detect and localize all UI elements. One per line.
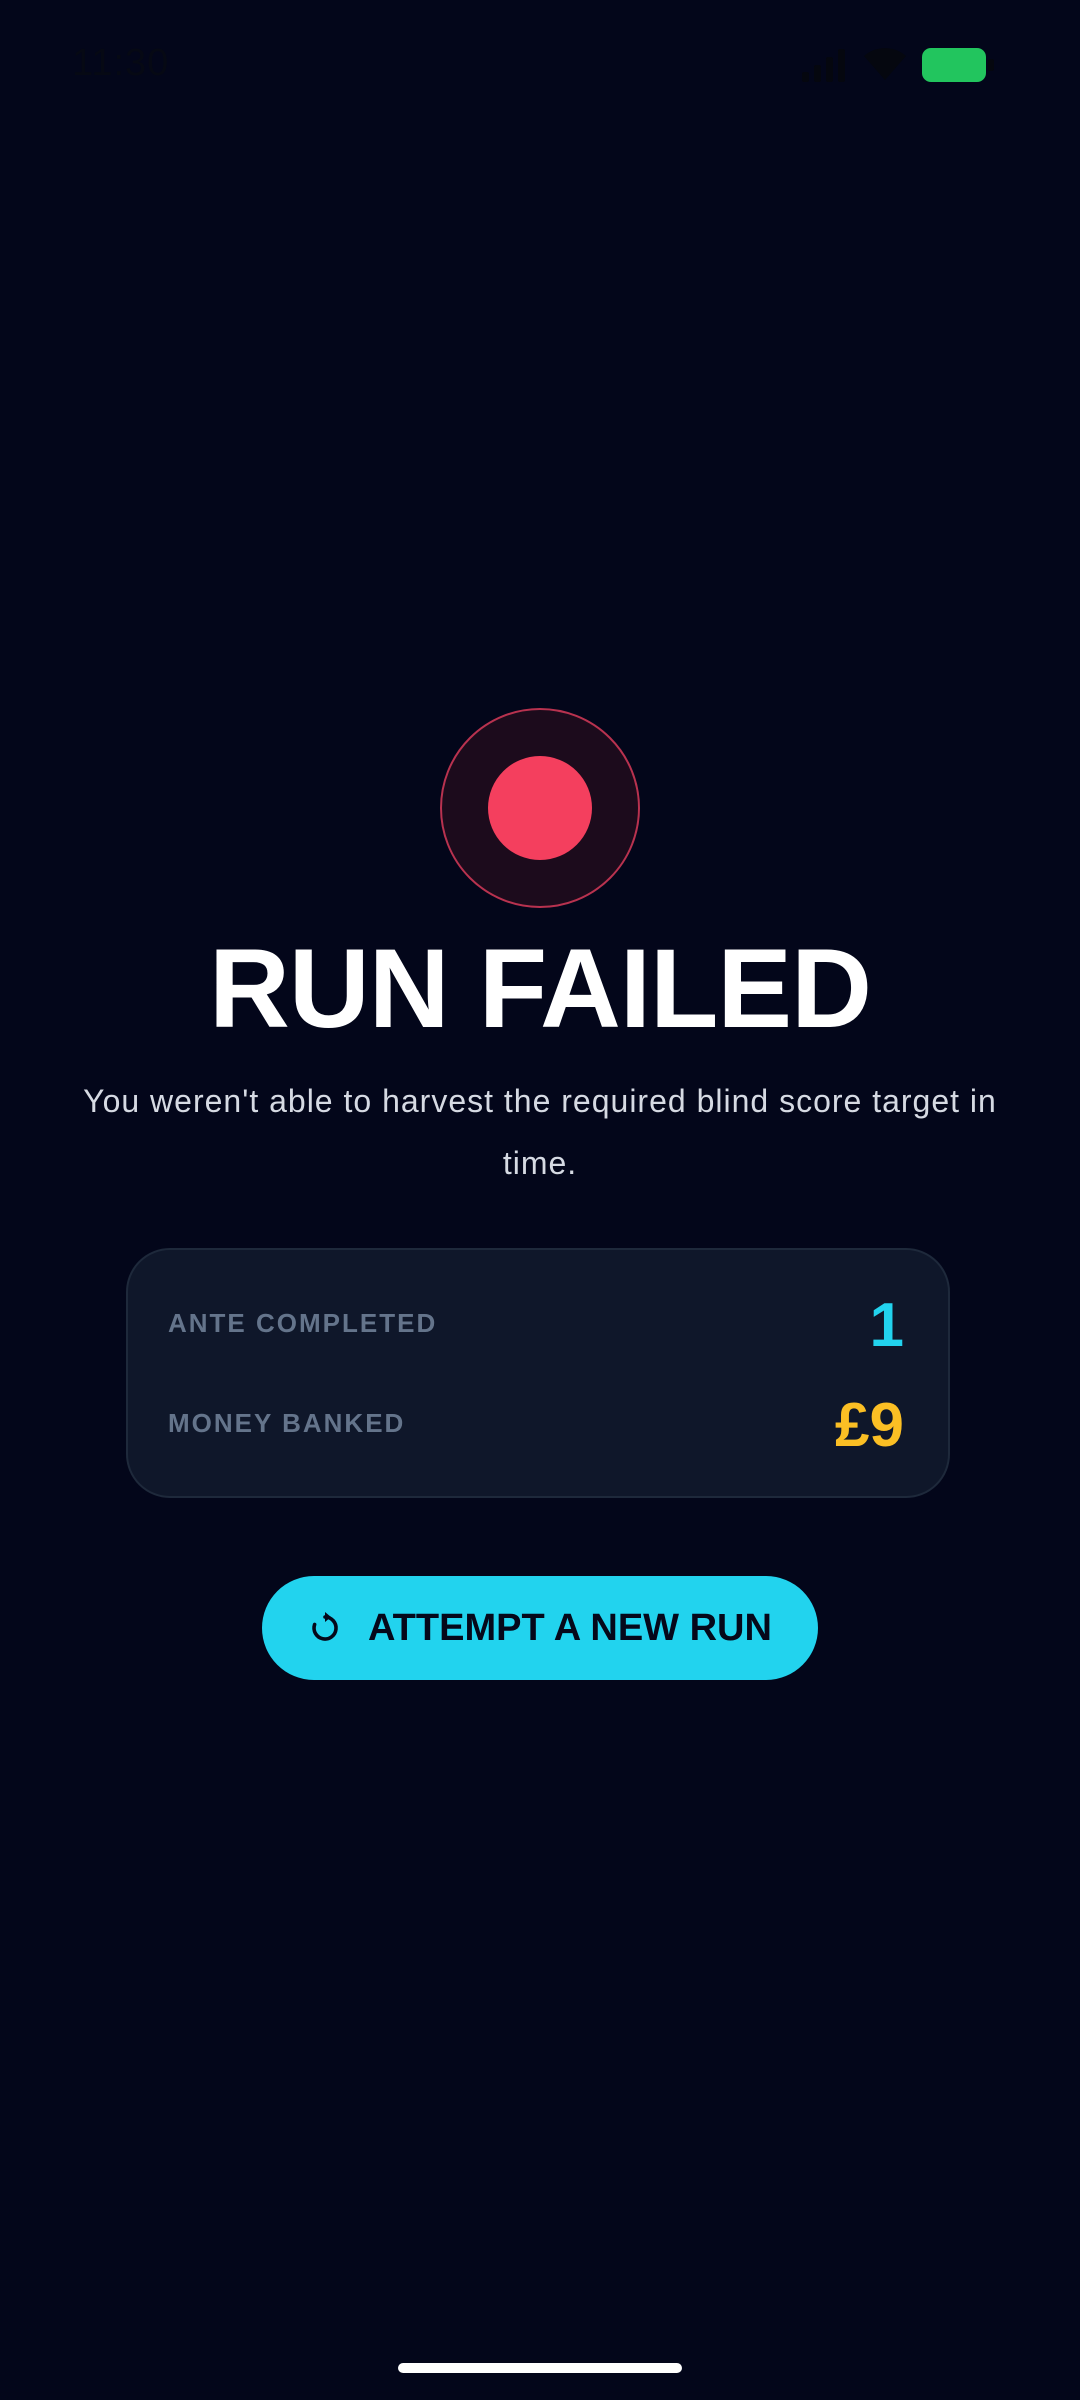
fail-icon-dot: [488, 756, 592, 860]
signal-icon: [802, 49, 845, 82]
battery-icon: [922, 48, 994, 82]
page-title: RUN FAILED: [209, 926, 872, 1051]
stats-card: ANTE COMPLETED 1 MONEY BANKED £9: [126, 1248, 950, 1498]
home-indicator[interactable]: [398, 2363, 682, 2373]
status-time: 11:30: [72, 42, 170, 84]
ante-label: ANTE COMPLETED: [168, 1308, 438, 1338]
result-message: You weren't able to harvest the required…: [83, 1083, 997, 1181]
ante-value: 1: [869, 1291, 904, 1360]
attempt-new-run-label: ATTEMPT A NEW RUN: [368, 1606, 772, 1649]
attempt-new-run-button[interactable]: ATTEMPT A NEW RUN: [262, 1576, 818, 1680]
money-value: £9: [835, 1391, 904, 1460]
fail-dot-icon: [440, 708, 640, 908]
money-label: MONEY BANKED: [168, 1408, 406, 1438]
status-bar: 11:30: [0, 0, 1080, 130]
restart-icon: [312, 1612, 338, 1641]
wifi-icon: [864, 48, 906, 80]
